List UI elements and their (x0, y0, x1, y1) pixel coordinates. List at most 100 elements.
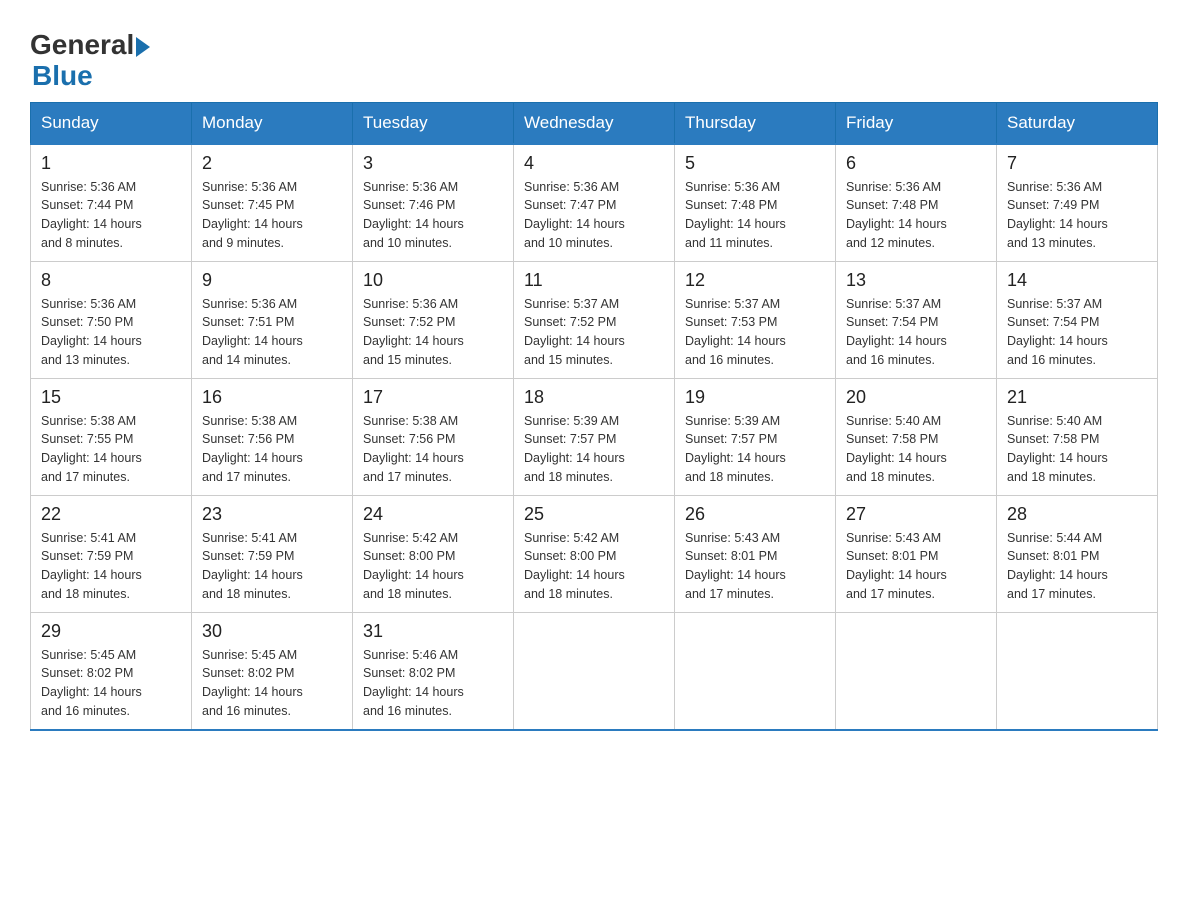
day-info: Sunrise: 5:40 AMSunset: 7:58 PMDaylight:… (846, 412, 986, 487)
weekday-header-row: SundayMondayTuesdayWednesdayThursdayFrid… (31, 102, 1158, 144)
day-info: Sunrise: 5:43 AMSunset: 8:01 PMDaylight:… (685, 529, 825, 604)
calendar-cell: 11 Sunrise: 5:37 AMSunset: 7:52 PMDayligh… (514, 261, 675, 378)
calendar-cell: 27 Sunrise: 5:43 AMSunset: 8:01 PMDayligh… (836, 495, 997, 612)
day-number: 21 (1007, 387, 1147, 408)
calendar-cell (836, 612, 997, 730)
calendar-cell: 29 Sunrise: 5:45 AMSunset: 8:02 PMDayligh… (31, 612, 192, 730)
day-info: Sunrise: 5:44 AMSunset: 8:01 PMDaylight:… (1007, 529, 1147, 604)
day-number: 24 (363, 504, 503, 525)
day-info: Sunrise: 5:41 AMSunset: 7:59 PMDaylight:… (41, 529, 181, 604)
calendar-cell: 19 Sunrise: 5:39 AMSunset: 7:57 PMDayligh… (675, 378, 836, 495)
day-number: 10 (363, 270, 503, 291)
calendar-cell: 20Sunrise: 5:40 AMSunset: 7:58 PMDayligh… (836, 378, 997, 495)
day-number: 23 (202, 504, 342, 525)
day-info: Sunrise: 5:39 AMSunset: 7:57 PMDaylight:… (685, 412, 825, 487)
day-info: Sunrise: 5:36 AMSunset: 7:46 PMDaylight:… (363, 178, 503, 253)
weekday-header-monday: Monday (192, 102, 353, 144)
day-number: 27 (846, 504, 986, 525)
calendar-cell: 5Sunrise: 5:36 AMSunset: 7:48 PMDaylight… (675, 144, 836, 262)
day-info: Sunrise: 5:38 AMSunset: 7:56 PMDaylight:… (363, 412, 503, 487)
weekday-header-wednesday: Wednesday (514, 102, 675, 144)
day-info: Sunrise: 5:39 AMSunset: 7:57 PMDaylight:… (524, 412, 664, 487)
day-number: 16 (202, 387, 342, 408)
week-row-2: 8Sunrise: 5:36 AMSunset: 7:50 PMDaylight… (31, 261, 1158, 378)
calendar-cell: 30 Sunrise: 5:45 AMSunset: 8:02 PMDayligh… (192, 612, 353, 730)
day-number: 13 (846, 270, 986, 291)
calendar-cell: 2 Sunrise: 5:36 AMSunset: 7:45 PMDaylight… (192, 144, 353, 262)
day-info: Sunrise: 5:45 AMSunset: 8:02 PMDaylight:… (41, 646, 181, 721)
day-info: Sunrise: 5:45 AMSunset: 8:02 PMDaylight:… (202, 646, 342, 721)
calendar-cell: 21 Sunrise: 5:40 AMSunset: 7:58 PMDayligh… (997, 378, 1158, 495)
logo-arrow-icon (136, 37, 150, 57)
weekday-header-sunday: Sunday (31, 102, 192, 144)
calendar-cell: 3 Sunrise: 5:36 AMSunset: 7:46 PMDaylight… (353, 144, 514, 262)
day-number: 9 (202, 270, 342, 291)
day-number: 26 (685, 504, 825, 525)
day-info: Sunrise: 5:36 AMSunset: 7:50 PMDaylight:… (41, 295, 181, 370)
day-number: 15 (41, 387, 181, 408)
calendar-cell: 13 Sunrise: 5:37 AMSunset: 7:54 PMDayligh… (836, 261, 997, 378)
day-number: 25 (524, 504, 664, 525)
day-number: 12 (685, 270, 825, 291)
calendar-cell: 16 Sunrise: 5:38 AMSunset: 7:56 PMDayligh… (192, 378, 353, 495)
day-info: Sunrise: 5:37 AMSunset: 7:52 PMDaylight:… (524, 295, 664, 370)
calendar-cell: 10 Sunrise: 5:36 AMSunset: 7:52 PMDayligh… (353, 261, 514, 378)
calendar-cell (997, 612, 1158, 730)
day-number: 19 (685, 387, 825, 408)
day-number: 1 (41, 153, 181, 174)
day-info: Sunrise: 5:37 AMSunset: 7:54 PMDaylight:… (846, 295, 986, 370)
day-info: Sunrise: 5:43 AMSunset: 8:01 PMDaylight:… (846, 529, 986, 604)
week-row-5: 29 Sunrise: 5:45 AMSunset: 8:02 PMDayligh… (31, 612, 1158, 730)
day-number: 17 (363, 387, 503, 408)
calendar-table: SundayMondayTuesdayWednesdayThursdayFrid… (30, 102, 1158, 731)
logo-blue-text: Blue (32, 61, 150, 92)
calendar-cell: 28 Sunrise: 5:44 AMSunset: 8:01 PMDayligh… (997, 495, 1158, 612)
day-info: Sunrise: 5:41 AMSunset: 7:59 PMDaylight:… (202, 529, 342, 604)
day-number: 6 (846, 153, 986, 174)
day-info: Sunrise: 5:36 AMSunset: 7:44 PMDaylight:… (41, 178, 181, 253)
calendar-cell: 14 Sunrise: 5:37 AMSunset: 7:54 PMDayligh… (997, 261, 1158, 378)
day-number: 29 (41, 621, 181, 642)
calendar-cell: 1 Sunrise: 5:36 AMSunset: 7:44 PMDaylight… (31, 144, 192, 262)
day-info: Sunrise: 5:40 AMSunset: 7:58 PMDaylight:… (1007, 412, 1147, 487)
day-info: Sunrise: 5:37 AMSunset: 7:54 PMDaylight:… (1007, 295, 1147, 370)
day-info: Sunrise: 5:36 AMSunset: 7:48 PMDaylight:… (846, 178, 986, 253)
calendar-cell: 9 Sunrise: 5:36 AMSunset: 7:51 PMDaylight… (192, 261, 353, 378)
header: General Blue (30, 20, 1158, 92)
day-number: 30 (202, 621, 342, 642)
week-row-3: 15 Sunrise: 5:38 AMSunset: 7:55 PMDayligh… (31, 378, 1158, 495)
day-info: Sunrise: 5:46 AMSunset: 8:02 PMDaylight:… (363, 646, 503, 721)
day-number: 5 (685, 153, 825, 174)
day-number: 28 (1007, 504, 1147, 525)
weekday-header-thursday: Thursday (675, 102, 836, 144)
calendar-cell: 17 Sunrise: 5:38 AMSunset: 7:56 PMDayligh… (353, 378, 514, 495)
day-number: 11 (524, 270, 664, 291)
day-info: Sunrise: 5:36 AMSunset: 7:52 PMDaylight:… (363, 295, 503, 370)
day-number: 14 (1007, 270, 1147, 291)
day-number: 3 (363, 153, 503, 174)
day-info: Sunrise: 5:42 AMSunset: 8:00 PMDaylight:… (363, 529, 503, 604)
day-info: Sunrise: 5:37 AMSunset: 7:53 PMDaylight:… (685, 295, 825, 370)
day-info: Sunrise: 5:36 AMSunset: 7:47 PMDaylight:… (524, 178, 664, 253)
calendar-cell: 24 Sunrise: 5:42 AMSunset: 8:00 PMDayligh… (353, 495, 514, 612)
calendar-cell (514, 612, 675, 730)
calendar-cell: 25 Sunrise: 5:42 AMSunset: 8:00 PMDayligh… (514, 495, 675, 612)
day-info: Sunrise: 5:36 AMSunset: 7:49 PMDaylight:… (1007, 178, 1147, 253)
day-info: Sunrise: 5:36 AMSunset: 7:51 PMDaylight:… (202, 295, 342, 370)
day-info: Sunrise: 5:38 AMSunset: 7:55 PMDaylight:… (41, 412, 181, 487)
day-number: 7 (1007, 153, 1147, 174)
day-number: 18 (524, 387, 664, 408)
calendar-cell: 12 Sunrise: 5:37 AMSunset: 7:53 PMDayligh… (675, 261, 836, 378)
logo: General Blue (30, 30, 150, 92)
logo-general-text: General (30, 30, 134, 61)
day-info: Sunrise: 5:36 AMSunset: 7:45 PMDaylight:… (202, 178, 342, 253)
calendar-cell: 15 Sunrise: 5:38 AMSunset: 7:55 PMDayligh… (31, 378, 192, 495)
day-number: 22 (41, 504, 181, 525)
calendar-cell: 6 Sunrise: 5:36 AMSunset: 7:48 PMDaylight… (836, 144, 997, 262)
day-number: 2 (202, 153, 342, 174)
week-row-1: 1 Sunrise: 5:36 AMSunset: 7:44 PMDaylight… (31, 144, 1158, 262)
day-info: Sunrise: 5:38 AMSunset: 7:56 PMDaylight:… (202, 412, 342, 487)
day-info: Sunrise: 5:42 AMSunset: 8:00 PMDaylight:… (524, 529, 664, 604)
calendar-cell: 8Sunrise: 5:36 AMSunset: 7:50 PMDaylight… (31, 261, 192, 378)
weekday-header-saturday: Saturday (997, 102, 1158, 144)
